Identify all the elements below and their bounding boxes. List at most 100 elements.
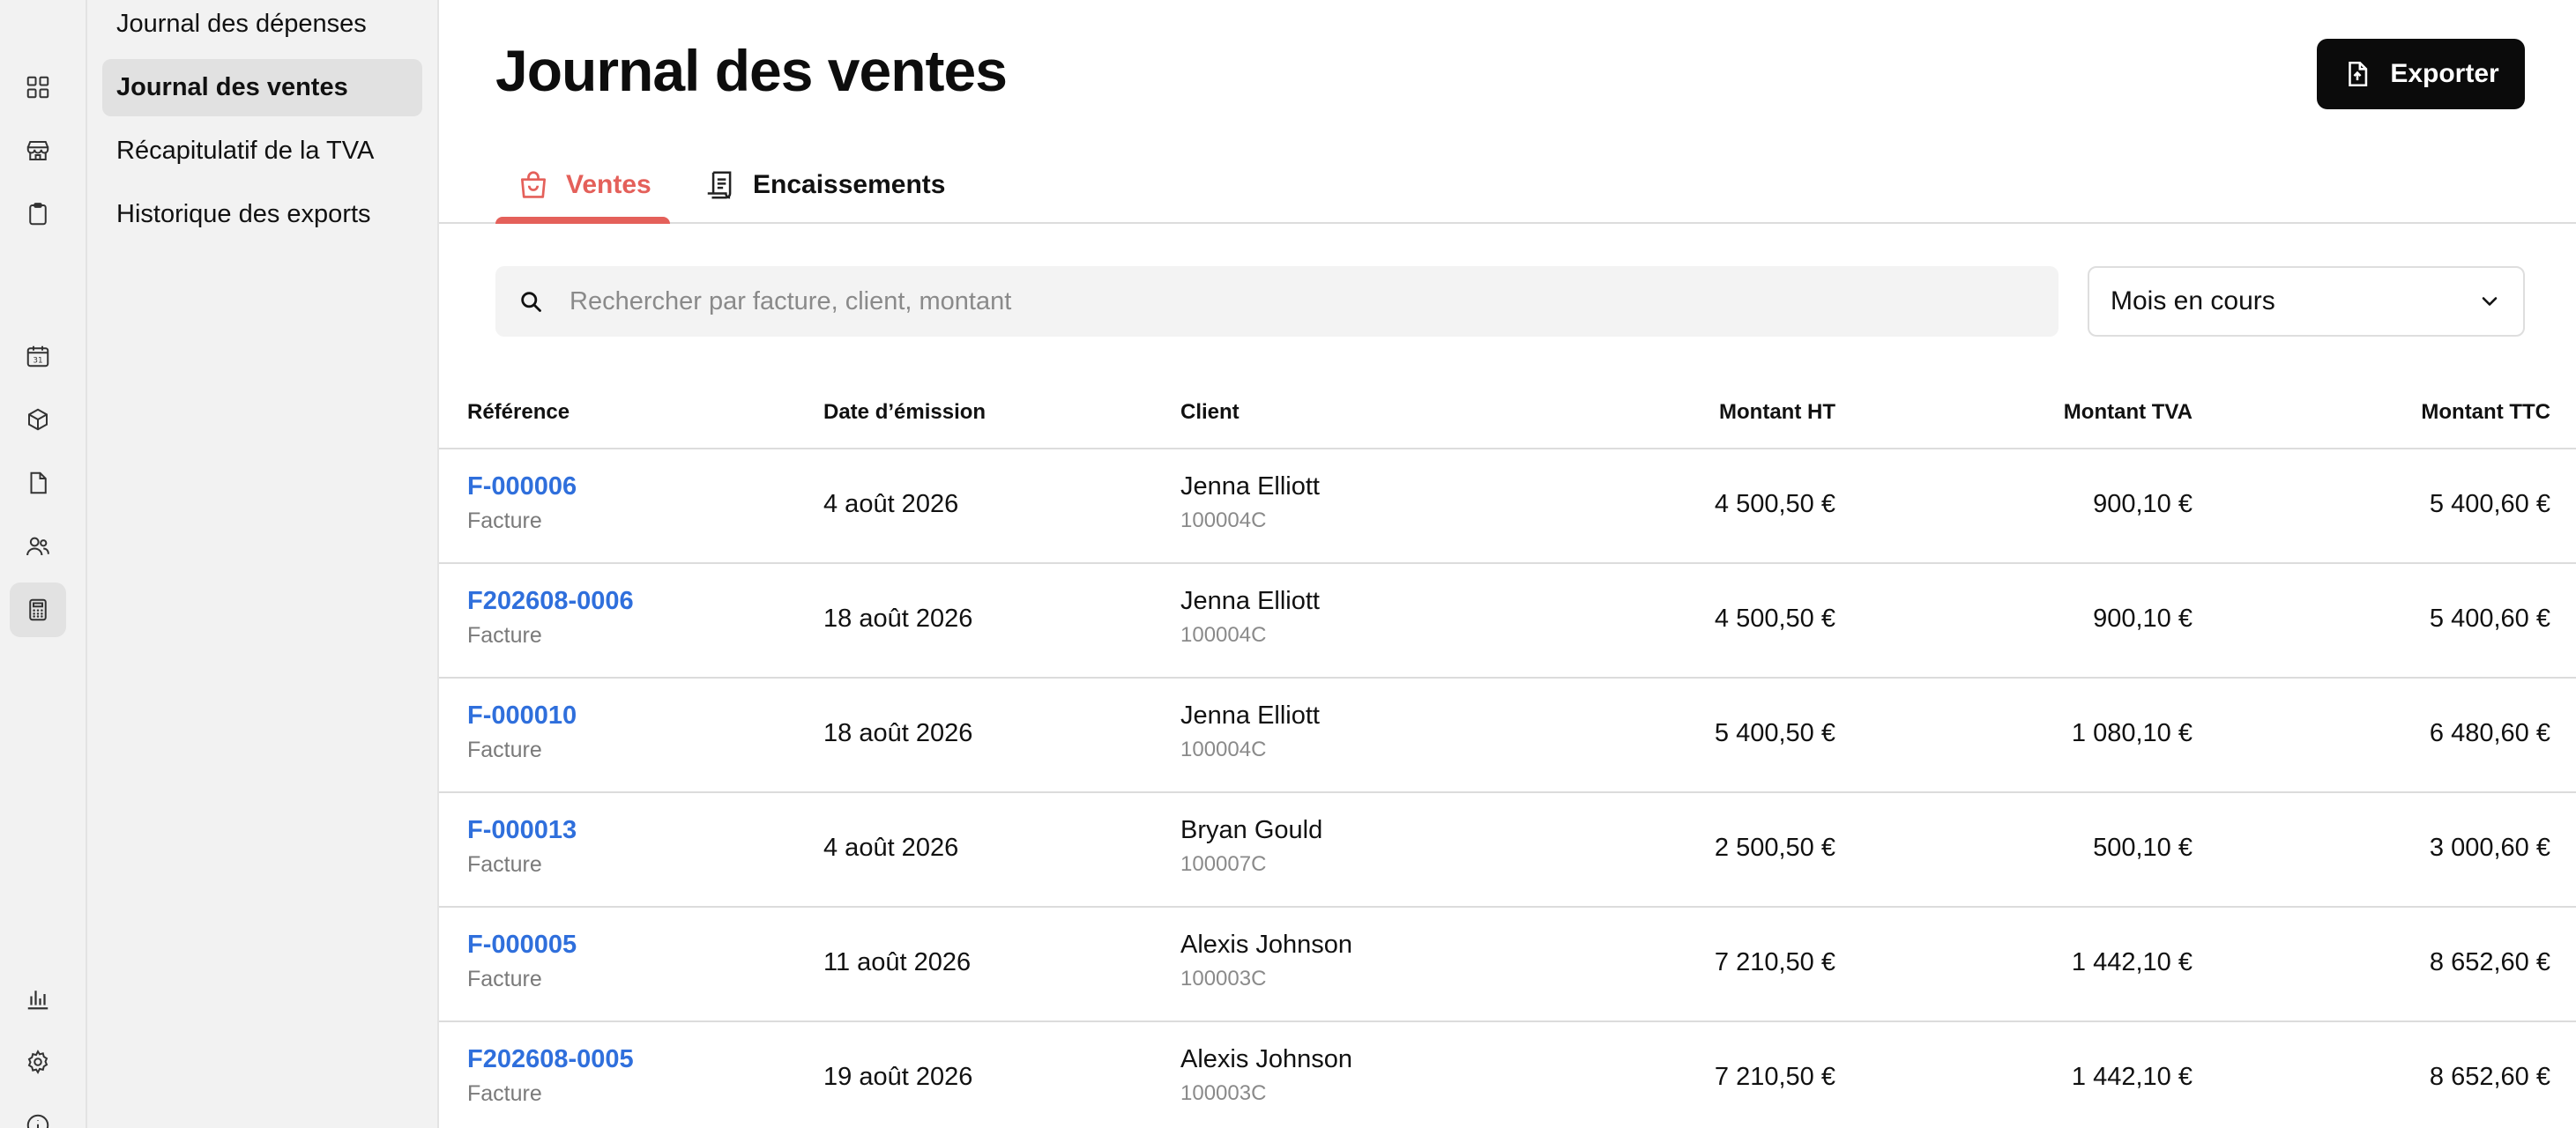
amount-ttc: 8 652,60 € (2429, 948, 2550, 976)
invoice-reference-link[interactable]: F-000013 (467, 816, 577, 845)
subnav-item-historique-exports[interactable]: Historique des exports (102, 186, 422, 243)
client-name: Bryan Gould (1180, 816, 1323, 844)
amount-tva: 500,10 € (2093, 834, 2193, 862)
amount-ht: 2 500,50 € (1714, 834, 1835, 862)
search-input[interactable] (570, 286, 1980, 316)
amount-ttc: 5 400,60 € (2429, 605, 2550, 633)
subnav-item-label: Récapitulatif de la TVA (116, 137, 375, 165)
amount-ht: 7 210,50 € (1714, 1063, 1835, 1091)
column-header-montant-ttc[interactable]: Montant TTC (2421, 400, 2550, 425)
client-name: Alexis Johnson (1180, 931, 1353, 959)
info-icon[interactable] (10, 1098, 66, 1128)
export-button[interactable]: Exporter (2317, 39, 2525, 109)
table-row[interactable]: F202608-0005 Facture 19 août 2026 Alexis … (439, 1022, 2576, 1128)
amount-tva: 1 080,10 € (2071, 719, 2193, 747)
amount-ht: 4 500,50 € (1714, 490, 1835, 518)
table-row[interactable]: F202608-0006 Facture 18 août 2026 Jenna E… (439, 564, 2576, 679)
client-code: 100004C (1180, 623, 1267, 647)
subnav-item-recap-tva[interactable]: Récapitulatif de la TVA (102, 122, 422, 180)
table-row[interactable]: F-000005 Facture 11 août 2026 Alexis John… (439, 908, 2576, 1022)
gear-icon[interactable] (10, 1035, 66, 1089)
accounting-subnav: Journal des dépenses Journal des ventes … (87, 0, 439, 1128)
client-code: 100007C (1180, 852, 1267, 876)
tab-encaissements[interactable]: Encaissements (704, 148, 945, 222)
document-type: Facture (467, 623, 542, 648)
active-tab-indicator (495, 217, 670, 224)
document-type: Facture (467, 508, 542, 533)
invoice-reference-link[interactable]: F202608-0005 (467, 1045, 634, 1074)
icon-rail: 31 (0, 0, 87, 1128)
issue-date: 18 août 2026 (823, 605, 973, 633)
amount-ttc: 6 480,60 € (2429, 719, 2550, 747)
table-row[interactable]: F-000006 Facture 4 août 2026 Jenna Elliot… (439, 449, 2576, 564)
period-select-value: Mois en cours (2111, 286, 2275, 315)
receipt-icon (707, 171, 732, 199)
client-name: Jenna Elliott (1180, 701, 1320, 730)
calculator-icon[interactable] (10, 583, 66, 637)
amount-ttc: 8 652,60 € (2429, 1063, 2550, 1091)
client-name: Jenna Elliott (1180, 472, 1320, 501)
invoice-reference-link[interactable]: F-000005 (467, 931, 577, 960)
subnav-item-label: Journal des dépenses (116, 10, 367, 38)
amount-ttc: 5 400,60 € (2429, 490, 2550, 518)
amount-tva: 1 442,10 € (2071, 1063, 2193, 1091)
invoice-reference-link[interactable]: F-000006 (467, 472, 577, 501)
search-bar[interactable] (495, 266, 2059, 337)
amount-ttc: 3 000,60 € (2429, 834, 2550, 862)
clipboard-icon[interactable] (10, 187, 66, 241)
sales-table: Référence Date d’émission Client Montant… (439, 381, 2576, 1128)
subnav-item-journal-ventes[interactable]: Journal des ventes (102, 59, 422, 116)
table-header: Référence Date d’émission Client Montant… (439, 381, 2576, 449)
column-header-montant-ht[interactable]: Montant HT (1719, 400, 1835, 425)
search-icon (521, 292, 541, 312)
amount-tva: 900,10 € (2093, 605, 2193, 633)
file-upload-icon (2349, 61, 2368, 87)
issue-date: 18 août 2026 (823, 719, 973, 747)
document-icon[interactable] (10, 456, 66, 510)
tab-label: Ventes (566, 170, 651, 199)
table-row[interactable]: F-000010 Facture 18 août 2026 Jenna Ellio… (439, 679, 2576, 793)
subnav-item-journal-depenses[interactable]: Journal des dépenses (102, 0, 422, 53)
subnav-item-label: Journal des ventes (116, 73, 348, 101)
client-code: 100003C (1180, 1081, 1267, 1105)
invoice-reference-link[interactable]: F-000010 (467, 701, 577, 731)
issue-date: 19 août 2026 (823, 1063, 973, 1091)
column-header-reference[interactable]: Référence (467, 400, 570, 425)
tab-ventes[interactable]: Ventes (517, 148, 651, 222)
document-type: Facture (467, 967, 542, 991)
box-icon[interactable] (10, 392, 66, 447)
document-type: Facture (467, 1081, 542, 1106)
shopping-bag-icon (520, 171, 547, 198)
client-code: 100004C (1180, 738, 1267, 761)
chevron-down-icon (2482, 297, 2498, 306)
client-name: Alexis Johnson (1180, 1045, 1353, 1073)
amount-tva: 900,10 € (2093, 490, 2193, 518)
issue-date: 4 août 2026 (823, 490, 959, 518)
invoice-reference-link[interactable]: F202608-0006 (467, 587, 634, 616)
subnav-item-label: Historique des exports (116, 200, 371, 228)
amount-ht: 5 400,50 € (1714, 719, 1835, 747)
page-title: Journal des ventes (495, 38, 1008, 103)
issue-date: 4 août 2026 (823, 834, 959, 862)
store-icon[interactable] (10, 123, 66, 178)
client-name: Jenna Elliott (1180, 587, 1320, 615)
amount-ht: 7 210,50 € (1714, 948, 1835, 976)
export-button-label: Exporter (2390, 59, 2499, 88)
amount-ht: 4 500,50 € (1714, 605, 1835, 633)
bar-chart-icon[interactable] (10, 971, 66, 1026)
column-header-date[interactable]: Date d’émission (823, 400, 986, 425)
main-content: Journal des ventes Exporter Ventes Encai… (439, 0, 2576, 1128)
client-code: 100003C (1180, 967, 1267, 991)
tab-bar: Ventes Encaissements (439, 132, 2576, 224)
period-select[interactable]: Mois en cours (2088, 266, 2525, 337)
document-type: Facture (467, 852, 542, 877)
document-type: Facture (467, 738, 542, 762)
column-header-client[interactable]: Client (1180, 400, 1240, 425)
amount-tva: 1 442,10 € (2071, 948, 2193, 976)
calendar-icon[interactable]: 31 (10, 329, 66, 383)
client-code: 100004C (1180, 508, 1267, 532)
users-icon[interactable] (10, 519, 66, 574)
dashboard-icon[interactable] (10, 60, 66, 115)
column-header-montant-tva[interactable]: Montant TVA (2064, 400, 2193, 425)
table-row[interactable]: F-000013 Facture 4 août 2026 Bryan Gould 1… (439, 793, 2576, 908)
